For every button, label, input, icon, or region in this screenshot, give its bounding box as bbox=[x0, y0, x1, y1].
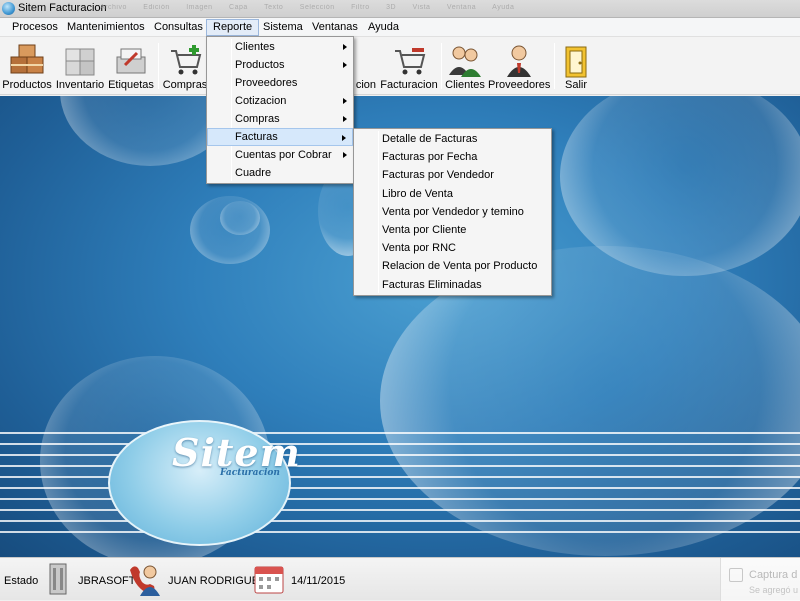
toolbar-etiquetas-label: Etiquetas bbox=[108, 79, 154, 91]
toolbar: Productos Inventario Etiquetas Compras c… bbox=[0, 37, 800, 95]
reporte-menu: Clientes Productos Proveedores Cotizacio… bbox=[206, 36, 354, 184]
toolbar-salir-button[interactable]: Salir bbox=[558, 39, 594, 93]
facturas-submenu-item[interactable]: Libro de Venta bbox=[354, 185, 551, 203]
toolbar-productos-label: Productos bbox=[2, 79, 52, 91]
submenu-arrow-icon bbox=[343, 152, 347, 158]
menu-item-label: Proveedores bbox=[235, 77, 298, 89]
user-phone-icon bbox=[130, 565, 160, 596]
cart-remove-icon bbox=[395, 48, 426, 75]
notification-subtitle: Se agregó u bbox=[749, 585, 799, 595]
menu-bar: Procesos Mantenimientos Consultas Report… bbox=[0, 18, 800, 37]
toolbar-facturacion-button[interactable]: Facturacion bbox=[380, 39, 438, 93]
facturas-submenu: Detalle de Facturas Facturas por Fecha F… bbox=[353, 128, 552, 296]
menu-item-label: Clientes bbox=[235, 41, 275, 53]
submenu-arrow-icon bbox=[343, 116, 347, 122]
status-bar: Estado JBRASOFT JUAN RODRIGUEZ 14/11/201… bbox=[0, 557, 800, 601]
facturas-submenu-item[interactable]: Venta por Cliente bbox=[354, 221, 551, 239]
submenu-arrow-icon bbox=[342, 135, 346, 141]
reporte-menu-item-cotizacion[interactable]: Cotizacion bbox=[207, 92, 353, 110]
reporte-menu-item-proveedores[interactable]: Proveedores bbox=[207, 74, 353, 92]
toolbar-compras-button[interactable]: Compras bbox=[162, 39, 208, 93]
menu-gutter bbox=[378, 131, 379, 293]
reporte-menu-item-facturas[interactable]: Facturas bbox=[207, 128, 353, 146]
menu-item-label: Compras bbox=[235, 113, 280, 125]
ghost-menu-item: 3D bbox=[386, 4, 397, 11]
menu-item-label: Cuentas por Cobrar bbox=[235, 149, 332, 161]
camera-icon bbox=[729, 568, 743, 582]
label-printer-icon bbox=[116, 48, 146, 74]
menu-item-label: Cotizacion bbox=[235, 95, 287, 107]
toolbar-separator bbox=[158, 43, 159, 89]
ghost-menu-item: Texto bbox=[264, 4, 284, 11]
logo-tagline: Facturacion bbox=[220, 468, 280, 478]
screenshot-notification[interactable]: Captura d Se agregó u bbox=[720, 558, 800, 601]
ghost-menu-item: Archivo bbox=[100, 4, 127, 11]
ghost-menu-item: Edición bbox=[143, 4, 170, 11]
menu-mantenimientos[interactable]: Mantenimientos bbox=[61, 19, 151, 36]
ghost-menu-item: Ayuda bbox=[492, 4, 515, 11]
reporte-menu-item-cuadre[interactable]: Cuadre bbox=[207, 164, 353, 182]
window-title: Sitem Facturacion bbox=[18, 2, 107, 14]
building-icon bbox=[49, 563, 67, 595]
toolbar-salir-label: Salir bbox=[564, 79, 587, 91]
menu-consultas[interactable]: Consultas bbox=[148, 19, 209, 36]
status-company: JBRASOFT bbox=[78, 575, 136, 587]
toolbar-inventario-label: Inventario bbox=[55, 79, 105, 91]
status-date: 14/11/2015 bbox=[291, 575, 346, 587]
calendar-icon bbox=[254, 566, 284, 594]
submenu-arrow-icon bbox=[343, 98, 347, 104]
menu-item-label: Facturas bbox=[235, 131, 278, 143]
ghost-menu-item: Selección bbox=[299, 4, 335, 11]
ghost-menu-item: Vista bbox=[412, 4, 431, 11]
ghost-menu-item: Filtro bbox=[351, 4, 370, 11]
inventory-boxes-icon bbox=[65, 48, 95, 76]
menu-ayuda[interactable]: Ayuda bbox=[362, 19, 405, 36]
toolbar-proveedores-label: Proveedores bbox=[488, 79, 551, 91]
toolbar-clientes-button[interactable]: Clientes bbox=[444, 39, 486, 93]
boxes-icon bbox=[10, 44, 44, 74]
toolbar-separator bbox=[441, 43, 442, 89]
menu-sistema[interactable]: Sistema bbox=[257, 19, 309, 36]
toolbar-proveedores-button[interactable]: Proveedores bbox=[488, 39, 550, 93]
reporte-menu-item-clientes[interactable]: Clientes bbox=[207, 38, 353, 56]
decor-bubble bbox=[220, 201, 260, 235]
toolbar-separator bbox=[554, 43, 555, 89]
facturas-submenu-item[interactable]: Facturas Eliminadas bbox=[354, 276, 551, 294]
supplier-person-icon bbox=[507, 45, 531, 77]
toolbar-inventario-button[interactable]: Inventario bbox=[54, 39, 106, 93]
menu-procesos[interactable]: Procesos bbox=[6, 19, 64, 36]
facturas-submenu-item[interactable]: Venta por Vendedor y temino bbox=[354, 203, 551, 221]
submenu-arrow-icon bbox=[343, 44, 347, 50]
menu-item-label: Productos bbox=[235, 59, 285, 71]
toolbar-productos-button[interactable]: Productos bbox=[2, 39, 52, 93]
facturas-submenu-item[interactable]: Facturas por Fecha bbox=[354, 148, 551, 166]
ghost-menu-item: Ventana bbox=[446, 4, 477, 11]
ghost-menu-overlay: Archivo Edición Imagen Capa Texto Selecc… bbox=[100, 4, 528, 11]
title-bar: Sitem Facturacion Archivo Edición Imagen… bbox=[0, 0, 800, 18]
reporte-menu-item-compras[interactable]: Compras bbox=[207, 110, 353, 128]
facturas-submenu-item[interactable]: Venta por RNC bbox=[354, 239, 551, 257]
reporte-menu-item-productos[interactable]: Productos bbox=[207, 56, 353, 74]
cart-add-icon bbox=[171, 45, 202, 75]
facturas-submenu-item[interactable]: Detalle de Facturas bbox=[354, 130, 551, 148]
toolbar-clientes-label: Clientes bbox=[445, 79, 485, 91]
menu-reporte[interactable]: Reporte bbox=[206, 19, 260, 36]
exit-door-icon bbox=[565, 46, 587, 78]
ghost-menu-item: Imagen bbox=[186, 4, 213, 11]
facturas-submenu-item[interactable]: Facturas por Vendedor bbox=[354, 166, 551, 184]
status-estado-label: Estado bbox=[4, 575, 39, 587]
toolbar-facturacion-label: Facturacion bbox=[380, 79, 438, 91]
toolbar-etiquetas-button[interactable]: Etiquetas bbox=[107, 39, 155, 93]
reporte-menu-item-cuentas-por-cobrar[interactable]: Cuentas por Cobrar bbox=[207, 146, 353, 164]
menu-item-label: Cuadre bbox=[235, 167, 272, 179]
toolbar-compras-label: Compras bbox=[162, 79, 208, 91]
submenu-arrow-icon bbox=[343, 62, 347, 68]
menu-ventanas[interactable]: Ventanas bbox=[306, 19, 364, 36]
ghost-menu-item: Capa bbox=[229, 4, 248, 11]
app-icon bbox=[2, 2, 15, 15]
facturas-submenu-item[interactable]: Relacion de Venta por Producto bbox=[354, 257, 551, 275]
users-icon bbox=[449, 46, 481, 77]
notification-title: Captura d bbox=[749, 569, 798, 581]
